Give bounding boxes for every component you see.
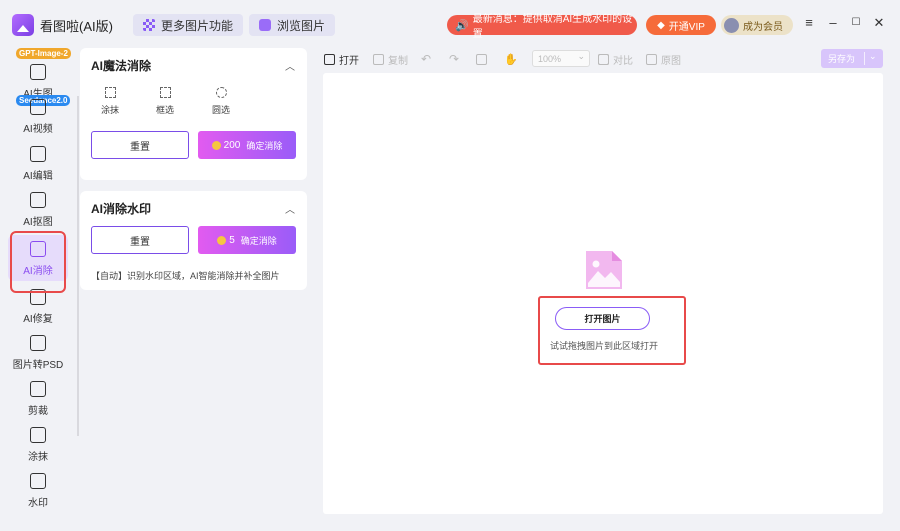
- nav-ai-cutout-label: AI抠图: [23, 217, 53, 228]
- open-file-button[interactable]: 打开: [324, 48, 359, 70]
- film-icon: [30, 99, 46, 115]
- news-banner[interactable]: 🔊 最新消息：提供取消AI生成水印的设置: [447, 14, 637, 40]
- tool-circle-select-label: 圆选: [211, 105, 230, 115]
- menu-icon[interactable]: ≡: [802, 15, 816, 30]
- image-gen-icon: [30, 64, 46, 80]
- news-label: 最新消息：提供取消AI生成水印的设置: [472, 14, 633, 40]
- diamond-icon: ◆: [657, 19, 665, 31]
- nav-ai-repair-label: AI修复: [23, 314, 53, 325]
- chevron-up-icon[interactable]: ︿: [285, 201, 295, 216]
- open-vip-button[interactable]: ◆ 开通VIP: [646, 15, 716, 35]
- nav-ai-video-label: AI视频: [23, 124, 53, 135]
- circle-select-icon: [215, 87, 227, 98]
- more-image-functions-button[interactable]: 更多图片功能: [133, 14, 244, 36]
- more-image-functions-label: 更多图片功能: [161, 18, 234, 33]
- ai-edit-icon: [30, 146, 46, 162]
- fit-screen-button[interactable]: [476, 48, 491, 70]
- magic-erase-title: AI魔法消除: [91, 59, 152, 73]
- compare-button[interactable]: 对比: [598, 48, 633, 70]
- nav-watermark-label: 水印: [28, 498, 48, 509]
- chevron-down-icon[interactable]: ⌄: [869, 51, 877, 62]
- become-member-button[interactable]: 成为会员: [721, 15, 793, 35]
- crop-icon: [30, 381, 46, 397]
- watermark-cost: 5: [229, 234, 235, 246]
- tool-rect-select[interactable]: 框选: [146, 80, 184, 116]
- image-canvas[interactable]: 打开图片 试试拖拽图片到此区域打开: [323, 73, 883, 514]
- save-as-label: 另存为: [828, 54, 856, 64]
- folder-icon: [324, 53, 335, 65]
- highlight-box-nav: [10, 231, 66, 293]
- nav-ai-edit[interactable]: AI编辑: [8, 140, 68, 186]
- watermark-reset-button[interactable]: 重置: [91, 226, 189, 254]
- watermark-erase-card: AI消除水印 ︿ 重置 5 确定消除 【自动】识别水印区域，AI智能消除并补全图…: [80, 191, 307, 290]
- maximize-button[interactable]: ☐: [849, 17, 863, 28]
- nav-image-to-psd-label: 图片转PSD: [12, 360, 64, 371]
- tool-rect-select-label: 框选: [155, 105, 174, 115]
- coin-icon: [217, 235, 227, 245]
- apps-grid-icon: [143, 19, 155, 31]
- magic-reset-button[interactable]: 重置: [91, 131, 189, 159]
- nav-image-to-psd[interactable]: 图片转PSD: [8, 329, 68, 375]
- original-image-button[interactable]: 原图: [646, 48, 681, 70]
- browse-images-button[interactable]: 浏览图片: [249, 14, 336, 36]
- member-label: 成为会员: [743, 21, 783, 33]
- watermark-icon: [30, 473, 46, 489]
- watermark-note: 【自动】识别水印区域，AI智能消除并补全图片: [91, 271, 280, 281]
- magic-confirm-label: 确定消除: [246, 140, 283, 151]
- nav-smear[interactable]: 涂抹: [8, 421, 68, 467]
- chevron-up-icon[interactable]: ︿: [285, 58, 295, 73]
- fit-screen-icon: [476, 53, 487, 65]
- tool-circle-select[interactable]: 圆选: [202, 80, 240, 116]
- highlight-box-canvas: [538, 296, 686, 365]
- zoom-select[interactable]: 100%: [532, 50, 590, 67]
- app-title: 看图啦(AI版): [40, 19, 113, 34]
- cutout-icon: [30, 192, 46, 208]
- nav-smear-label: 涂抹: [28, 452, 48, 463]
- title-bar: 看图啦(AI版) 更多图片功能 浏览图片 🔊 最新消息：提供取消AI生成水印的设…: [0, 0, 900, 48]
- gallery-icon: [259, 19, 271, 31]
- undo-icon[interactable]: ↶: [421, 48, 431, 70]
- copy-icon: [373, 53, 384, 65]
- minimize-button[interactable]: –: [826, 15, 840, 30]
- image-icon: [646, 53, 657, 65]
- nav-ai-video[interactable]: AI视频: [8, 93, 68, 139]
- compare-label: 对比: [613, 55, 633, 67]
- redo-icon[interactable]: ↷: [449, 48, 459, 70]
- magic-confirm-erase-button[interactable]: 200 确定消除: [198, 131, 296, 159]
- close-button[interactable]: ✕: [872, 15, 886, 31]
- image-toolbar: 打开 复制 ↶ ↷ ✋ 100% 对比 原图 另存为 ⌄: [315, 48, 900, 70]
- speaker-icon: 🔊: [455, 19, 469, 32]
- psd-icon: [30, 335, 46, 351]
- watermark-confirm-label: 确定消除: [240, 235, 277, 246]
- save-as-divider: [864, 52, 865, 65]
- tool-brush-label: 涂抹: [100, 105, 119, 115]
- original-image-label: 原图: [661, 55, 681, 67]
- copy-button[interactable]: 复制: [373, 48, 408, 70]
- nav-crop-label: 剪裁: [28, 406, 48, 417]
- magic-erase-card: AI魔法消除 ︿ 涂抹 框选 圆选 重置 200 确定消除: [80, 48, 307, 180]
- save-as-button[interactable]: 另存为 ⌄: [821, 49, 883, 68]
- app-logo-icon: [12, 14, 34, 36]
- watermark-erase-title: AI消除水印: [91, 202, 152, 216]
- nav-ai-cutout[interactable]: AI抠图: [8, 186, 68, 232]
- nav-ai-edit-label: AI编辑: [23, 171, 53, 182]
- bandage-icon: [30, 427, 46, 443]
- copy-label: 复制: [388, 55, 408, 67]
- vip-label: 开通VIP: [668, 21, 705, 33]
- nav-watermark[interactable]: 水印: [8, 467, 68, 513]
- coin-icon: [211, 140, 221, 150]
- browse-images-label: 浏览图片: [277, 18, 326, 33]
- compare-icon: [598, 53, 609, 65]
- watermark-confirm-erase-button[interactable]: 5 确定消除: [198, 226, 296, 254]
- hand-icon[interactable]: ✋: [504, 48, 518, 70]
- tool-brush[interactable]: 涂抹: [91, 80, 129, 116]
- rect-select-icon: [159, 87, 171, 98]
- nav-crop[interactable]: 剪裁: [8, 375, 68, 421]
- avatar: [724, 17, 739, 33]
- sidebar-scrollbar[interactable]: [77, 96, 79, 436]
- open-file-label: 打开: [339, 55, 359, 67]
- brush-icon: [104, 87, 116, 98]
- image-placeholder-icon: [586, 251, 622, 289]
- magic-cost: 200: [223, 139, 241, 151]
